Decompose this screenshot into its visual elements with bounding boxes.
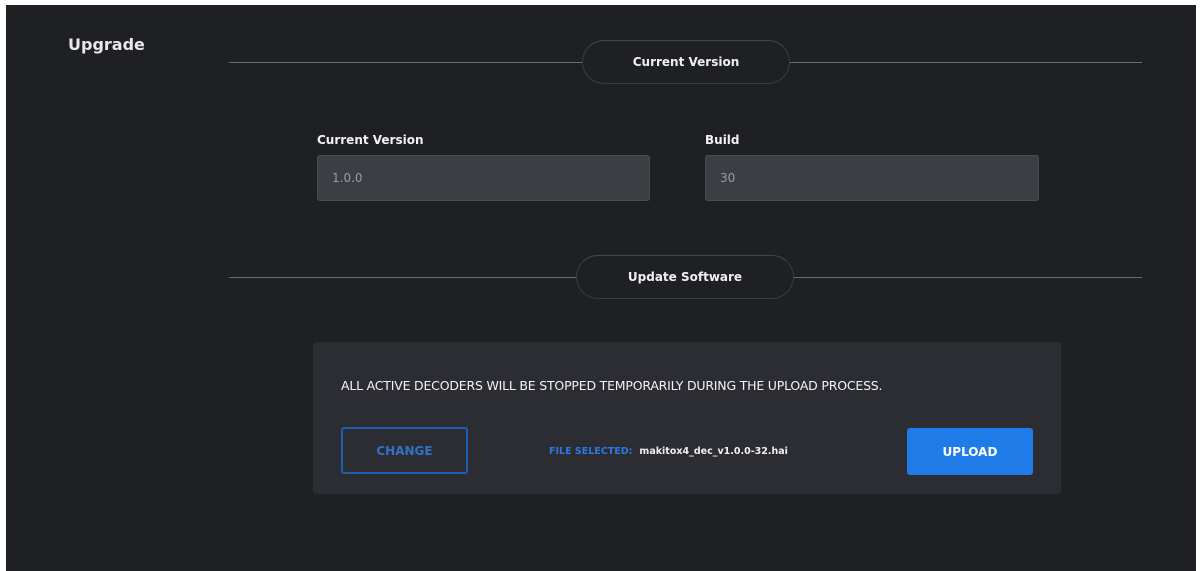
build-field[interactable]: 30 bbox=[705, 155, 1039, 201]
update-software-divider: Update Software bbox=[6, 255, 1196, 301]
divider-line-right bbox=[794, 277, 1142, 278]
divider-line-right bbox=[790, 62, 1142, 63]
upgrade-panel: Upgrade Current Version Current Version … bbox=[6, 5, 1196, 571]
upload-warning-text: ALL ACTIVE DECODERS WILL BE STOPPED TEMP… bbox=[341, 378, 883, 393]
file-name: makitox4_dec_v1.0.0-32.hai bbox=[639, 446, 788, 457]
current-version-divider: Current Version bbox=[6, 40, 1196, 86]
divider-line-left bbox=[229, 62, 586, 63]
build-label: Build bbox=[705, 133, 740, 147]
divider-line-left bbox=[229, 277, 581, 278]
file-selected-label: FILE SELECTED: bbox=[549, 446, 633, 457]
current-version-label: Current Version bbox=[317, 133, 424, 147]
upload-button[interactable]: UPLOAD bbox=[907, 428, 1033, 475]
section-heading-update-software: Update Software bbox=[576, 255, 794, 299]
current-version-field[interactable]: 1.0.0 bbox=[317, 155, 650, 201]
change-button[interactable]: CHANGE bbox=[341, 427, 468, 474]
upload-box: ALL ACTIVE DECODERS WILL BE STOPPED TEMP… bbox=[313, 342, 1061, 494]
section-heading-current-version: Current Version bbox=[582, 40, 790, 84]
file-selected-info: FILE SELECTED: makitox4_dec_v1.0.0-32.ha… bbox=[549, 446, 788, 457]
